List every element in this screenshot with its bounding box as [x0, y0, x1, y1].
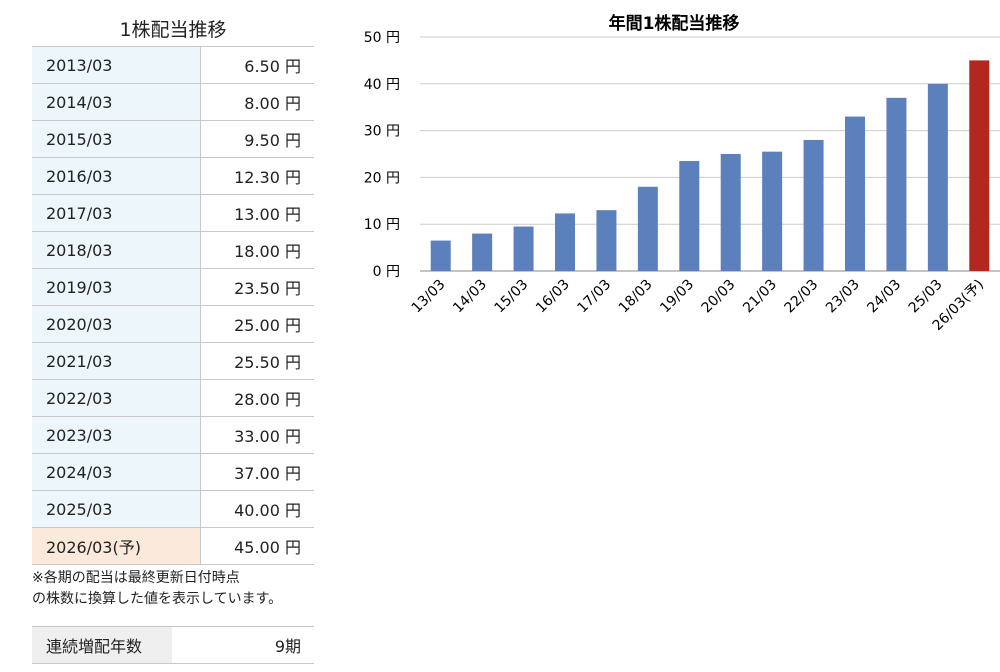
- chart-bar: [969, 60, 990, 272]
- y-tick-label: 10 円: [364, 217, 400, 233]
- dividend-amount: 33.00 円: [200, 416, 314, 454]
- dividend-period: 2017/03: [32, 194, 201, 232]
- dividend-amount: 25.00 円: [200, 305, 314, 343]
- chart-bar: [555, 213, 575, 271]
- dividend-amount: 9.50 円: [200, 120, 314, 158]
- dividend-panel: 1株配当推移 2013/03 6.50 円 2014/03 8.00 円 2015/03…: [32, 14, 314, 664]
- dividend-amount: 45.00 円: [200, 527, 314, 565]
- chart-bar: [886, 97, 907, 271]
- dividend-period: 2025/03: [32, 490, 201, 528]
- dividend-row: 2023/03 33.00 円: [32, 416, 314, 454]
- dividend-row: 2021/03 25.50 円: [32, 342, 314, 380]
- chart-bar: [803, 139, 824, 271]
- x-tick-label: 21/03: [740, 277, 780, 317]
- y-tick-label: 30 円: [364, 124, 400, 140]
- chart-bar: [845, 116, 865, 271]
- dividend-row: 2024/03 37.00 円: [32, 453, 314, 491]
- y-axis-ticks: 0 円 10 円 20 円 30 円 40 円 50 円: [364, 30, 400, 280]
- chart-bars: [430, 60, 990, 272]
- x-tick-label: 24/03: [864, 277, 904, 317]
- chart-bar: [596, 210, 617, 271]
- streak-label: 連続増配年数: [32, 626, 172, 664]
- x-tick-label: 15/03: [492, 277, 532, 317]
- dividend-row: 2019/03 23.50 円: [32, 268, 314, 306]
- dividend-amount: 40.00 円: [200, 490, 314, 528]
- y-tick-label: 20 円: [364, 170, 400, 186]
- x-tick-label: 22/03: [782, 277, 822, 317]
- dividend-period: 2021/03: [32, 342, 201, 380]
- dividend-period: 2016/03: [32, 157, 201, 195]
- dividend-row: 2022/03 28.00 円: [32, 379, 314, 417]
- dividend-period: 2013/03: [32, 46, 201, 84]
- chart-bar: [430, 240, 451, 271]
- dividend-period: 2019/03: [32, 268, 201, 306]
- dividend-row: 2025/03 40.00 円: [32, 490, 314, 528]
- x-tick-label: 18/03: [616, 277, 656, 317]
- chart-bar: [637, 186, 658, 271]
- dividend-amount: 13.00 円: [200, 194, 314, 232]
- dividend-note: ※各期の配当は最終更新日付時点 の株数に換算した値を表示しています。: [32, 568, 314, 610]
- dividend-row: 2015/03 9.50 円: [32, 120, 314, 158]
- dividend-amount: 25.50 円: [200, 342, 314, 380]
- dividend-period: 2026/03(予): [32, 527, 201, 565]
- dividend-period: 2022/03: [32, 379, 201, 417]
- dividend-row: 2017/03 13.00 円: [32, 194, 314, 232]
- dividend-period: 2018/03: [32, 231, 201, 269]
- x-tick-label: 13/03: [409, 277, 449, 317]
- chart-bar: [513, 226, 534, 271]
- dividend-period: 2024/03: [32, 453, 201, 491]
- chart-bar: [927, 83, 948, 271]
- dividend-row: 2013/03 6.50 円: [32, 46, 314, 84]
- dividend-amount: 8.00 円: [200, 83, 314, 121]
- chart-grid: [420, 36, 1000, 272]
- chart-bar: [762, 151, 783, 271]
- dividend-amount: 23.50 円: [200, 268, 314, 306]
- note-line-1: ※各期の配当は最終更新日付時点: [32, 570, 240, 586]
- x-axis-ticks: 13/03 14/03 15/03 16/03 17/03 18/03 19/03 20/03…: [409, 277, 987, 334]
- dividend-amount: 6.50 円: [200, 46, 314, 84]
- x-tick-label: 23/03: [823, 277, 863, 317]
- chart-bar: [472, 233, 493, 271]
- dividend-chart: 年間1株配当推移 0 円 10 円 20 円 30 円 40 円 50 円 13/03 14…: [364, 13, 1000, 334]
- x-tick-label: 17/03: [574, 277, 614, 317]
- x-tick-label: 14/03: [450, 277, 490, 317]
- dividend-amount: 37.00 円: [200, 453, 314, 491]
- dividend-row: 2016/03 12.30 円: [32, 157, 314, 195]
- streak-table: 連続増配年数 9期: [32, 626, 314, 664]
- dividend-row: 2014/03 8.00 円: [32, 83, 314, 121]
- y-tick-label: 40 円: [364, 77, 400, 93]
- dividend-row: 2018/03 18.00 円: [32, 231, 314, 269]
- chart-bar: [679, 161, 700, 271]
- x-tick-label: 20/03: [699, 277, 739, 317]
- x-tick-label: 25/03: [906, 277, 946, 317]
- dividend-amount: 18.00 円: [200, 231, 314, 269]
- streak-row: 連続増配年数 9期: [32, 626, 314, 664]
- dividend-amount: 12.30 円: [200, 157, 314, 195]
- x-tick-label: 16/03: [533, 277, 573, 317]
- dividend-row: 2020/03 25.00 円: [32, 305, 314, 343]
- chart-bar: [720, 154, 741, 271]
- chart-title: 年間1株配当推移: [609, 13, 740, 34]
- note-line-2: の株数に換算した値を表示しています。: [32, 591, 283, 607]
- streak-value: 9期: [172, 626, 314, 664]
- table-title: 1株配当推移: [119, 19, 227, 41]
- dividend-amount: 28.00 円: [200, 379, 314, 417]
- dividend-table: 2013/03 6.50 円 2014/03 8.00 円 2015/03 9.50 円2…: [32, 46, 314, 565]
- dividend-period: 2015/03: [32, 120, 201, 158]
- dividend-period: 2014/03: [32, 83, 201, 121]
- dividend-period: 2020/03: [32, 305, 201, 343]
- dividend-row: 2026/03(予) 45.00 円: [32, 527, 314, 565]
- y-tick-label: 0 円: [373, 264, 400, 280]
- x-tick-label: 19/03: [657, 277, 697, 317]
- y-tick-label: 50 円: [364, 30, 400, 46]
- dividend-period: 2023/03: [32, 416, 201, 454]
